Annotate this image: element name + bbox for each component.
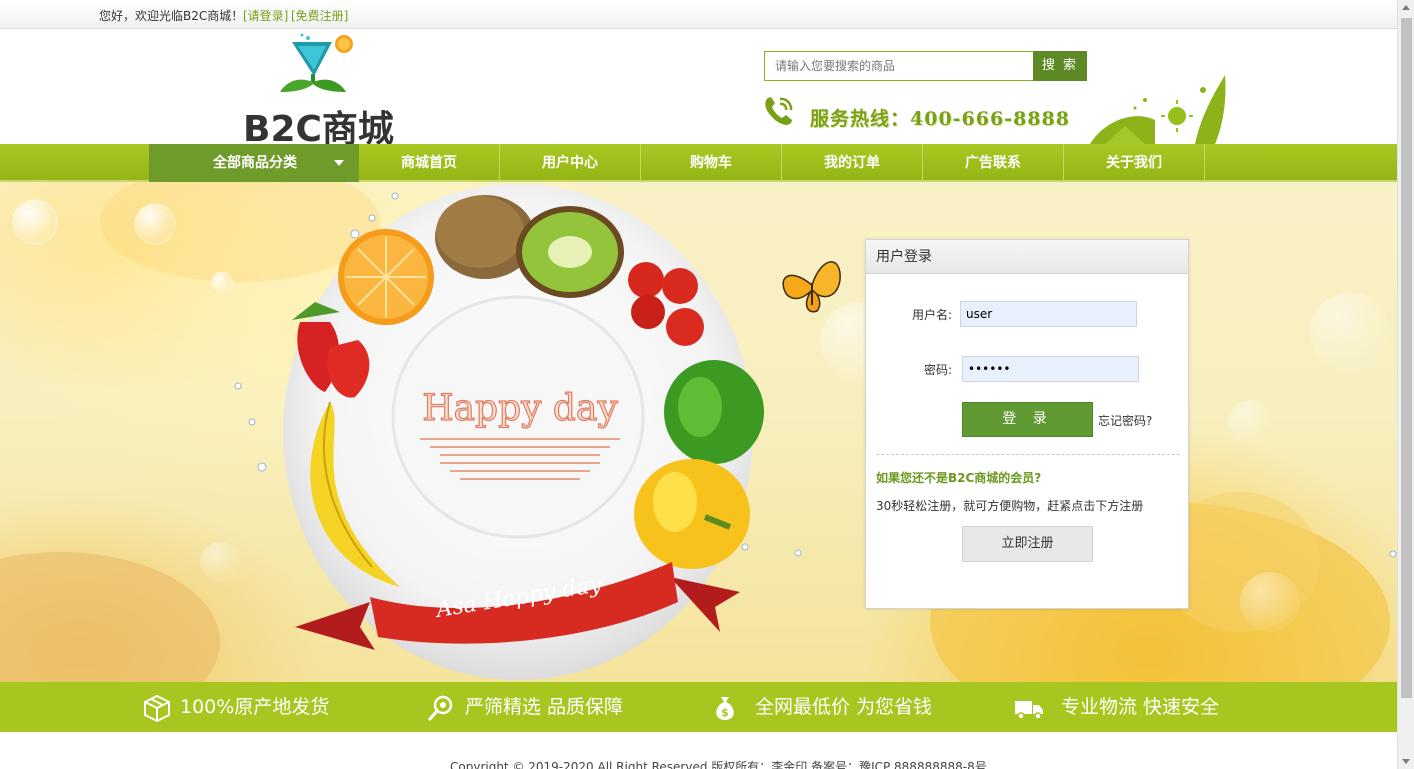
divider xyxy=(876,454,1180,455)
nav-item-ads[interactable]: 广告联系 xyxy=(923,144,1064,182)
search-button[interactable]: 搜 索 xyxy=(1033,51,1087,81)
username-label: 用户名: xyxy=(911,308,952,322)
login-panel: 用户登录 用户名: user 密码: •••••• 登 录 忘记密码? 如果您还… xyxy=(865,239,1189,609)
welcome-text: 您好，欢迎光临B2C商城！ xyxy=(99,9,244,23)
feature-quality: 严筛精选 品质保障 xyxy=(465,696,624,718)
feature-origin: 100%原产地发货 xyxy=(180,696,330,718)
butterfly-icon xyxy=(782,261,841,313)
nav-item-orders[interactable]: 我的订单 xyxy=(782,144,923,182)
member-question: 如果您还不是B2C商城的会员? xyxy=(876,471,1042,485)
magnifier-icon xyxy=(427,695,453,721)
register-link[interactable]: [免费注册] xyxy=(291,7,348,24)
footer: Copyright © 2019-2020 All Right Reserved… xyxy=(0,732,1397,769)
feature-price: 全网最低价 为您省钱 xyxy=(755,696,933,718)
copyright-text: Copyright © 2019-2020 All Right Reserved… xyxy=(450,760,987,769)
phone-icon xyxy=(765,97,793,125)
main-nav: 全部商品分类 商城首页 用户中心 购物车 我的订单 广告联系 关于我们 xyxy=(0,144,1397,182)
login-link[interactable]: [请登录] xyxy=(243,7,288,24)
username-field[interactable]: user xyxy=(960,301,1137,327)
logo-icon[interactable] xyxy=(278,32,362,96)
password-label: 密码: xyxy=(923,363,952,377)
vertical-scrollbar[interactable] xyxy=(1397,0,1414,769)
money-bag-icon: $ xyxy=(716,697,734,720)
truck-icon xyxy=(1015,701,1043,720)
nav-item-home[interactable]: 商城首页 xyxy=(359,144,500,182)
hotline-text: 服务热线：400-666-8888 xyxy=(810,108,1070,130)
nav-item-user-center[interactable]: 用户中心 xyxy=(500,144,641,182)
svg-text:$: $ xyxy=(721,706,729,719)
plate-title: Happy day xyxy=(422,388,618,429)
chevron-down-icon xyxy=(334,160,344,166)
login-button[interactable]: 登 录 xyxy=(962,402,1093,437)
decorative-city-icon xyxy=(1090,75,1226,144)
login-title: 用户登录 xyxy=(866,240,1188,274)
register-button[interactable]: 立即注册 xyxy=(962,526,1093,562)
scroll-thumb[interactable] xyxy=(1401,18,1412,698)
all-categories-menu[interactable]: 全部商品分类 xyxy=(149,144,359,182)
header: B2C商城 搜 索 服务热线：400-666-8888 xyxy=(0,30,1397,150)
feature-logistics: 专业物流 快速安全 xyxy=(1061,696,1220,718)
package-icon xyxy=(144,694,170,722)
nav-item-about[interactable]: 关于我们 xyxy=(1064,144,1205,182)
forgot-password-link[interactable]: 忘记密码? xyxy=(1098,412,1152,429)
scroll-up-icon[interactable] xyxy=(1402,5,1410,10)
password-field[interactable]: •••••• xyxy=(962,356,1139,382)
feature-band: 100%原产地发货 严筛精选 品质保障 $ 全网最低价 为您省钱 专业物流 快速… xyxy=(0,682,1397,732)
all-categories-label: 全部商品分类 xyxy=(213,155,297,171)
search-input[interactable] xyxy=(765,52,1033,80)
nav-item-cart[interactable]: 购物车 xyxy=(641,144,782,182)
member-tip: 30秒轻松注册，就可方便购物，赶紧点击下方注册 xyxy=(876,499,1144,513)
page: 您好，欢迎光临B2C商城！ [请登录] [免费注册] B2C商城 搜 索 服务热… xyxy=(0,0,1414,769)
scroll-down-icon[interactable] xyxy=(1402,759,1410,764)
search-box xyxy=(764,51,1034,81)
top-bar: 您好，欢迎光临B2C商城！ [请登录] [免费注册] xyxy=(0,0,1397,29)
